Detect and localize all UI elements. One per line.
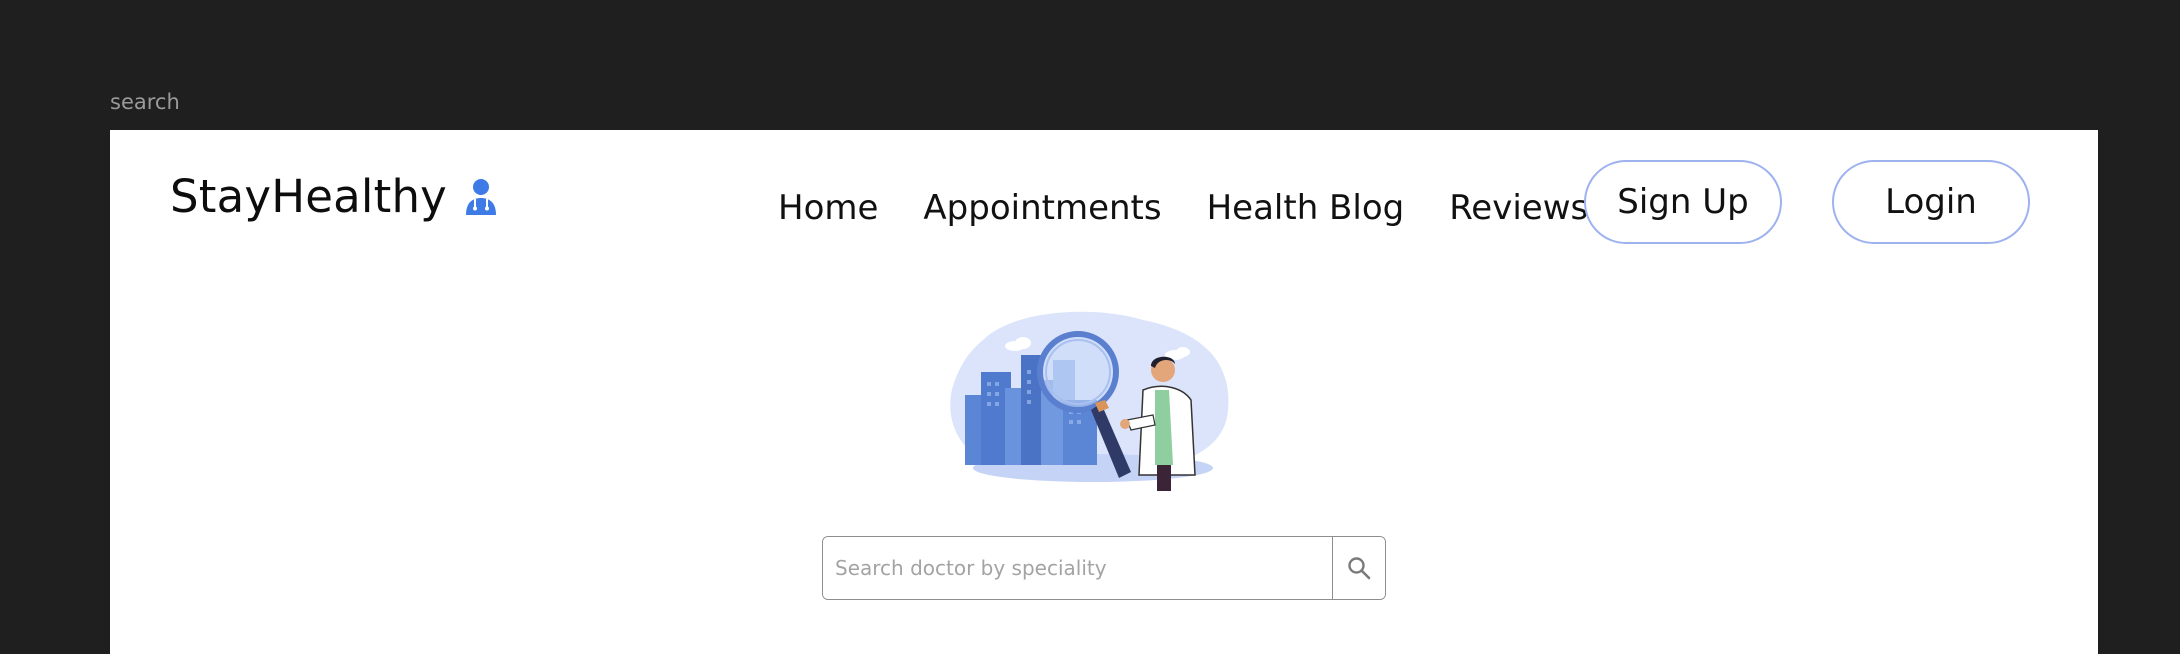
search-icon <box>1348 557 1371 580</box>
search-button[interactable] <box>1332 537 1385 599</box>
nav-home[interactable]: Home <box>778 188 878 228</box>
search-input[interactable] <box>823 537 1332 599</box>
brand[interactable]: StayHealthy <box>170 170 501 223</box>
brand-name: StayHealthy <box>170 170 448 223</box>
nav-health-blog[interactable]: Health Blog <box>1207 188 1405 228</box>
login-button[interactable]: Login <box>1832 160 2030 244</box>
app-frame: StayHealthy Home Appointments Health Blo… <box>110 130 2098 654</box>
nav-reviews[interactable]: Reviews <box>1449 188 1588 228</box>
frame-label: search <box>110 90 180 114</box>
doctor-icon <box>466 178 497 215</box>
nav-appointments[interactable]: Appointments <box>923 188 1161 228</box>
main-nav: Home Appointments Health Blog Reviews <box>778 188 1588 228</box>
signup-button[interactable]: Sign Up <box>1584 160 1782 244</box>
doctor-magnifying-city-illustration <box>950 311 1229 491</box>
search-bar <box>822 536 1386 600</box>
